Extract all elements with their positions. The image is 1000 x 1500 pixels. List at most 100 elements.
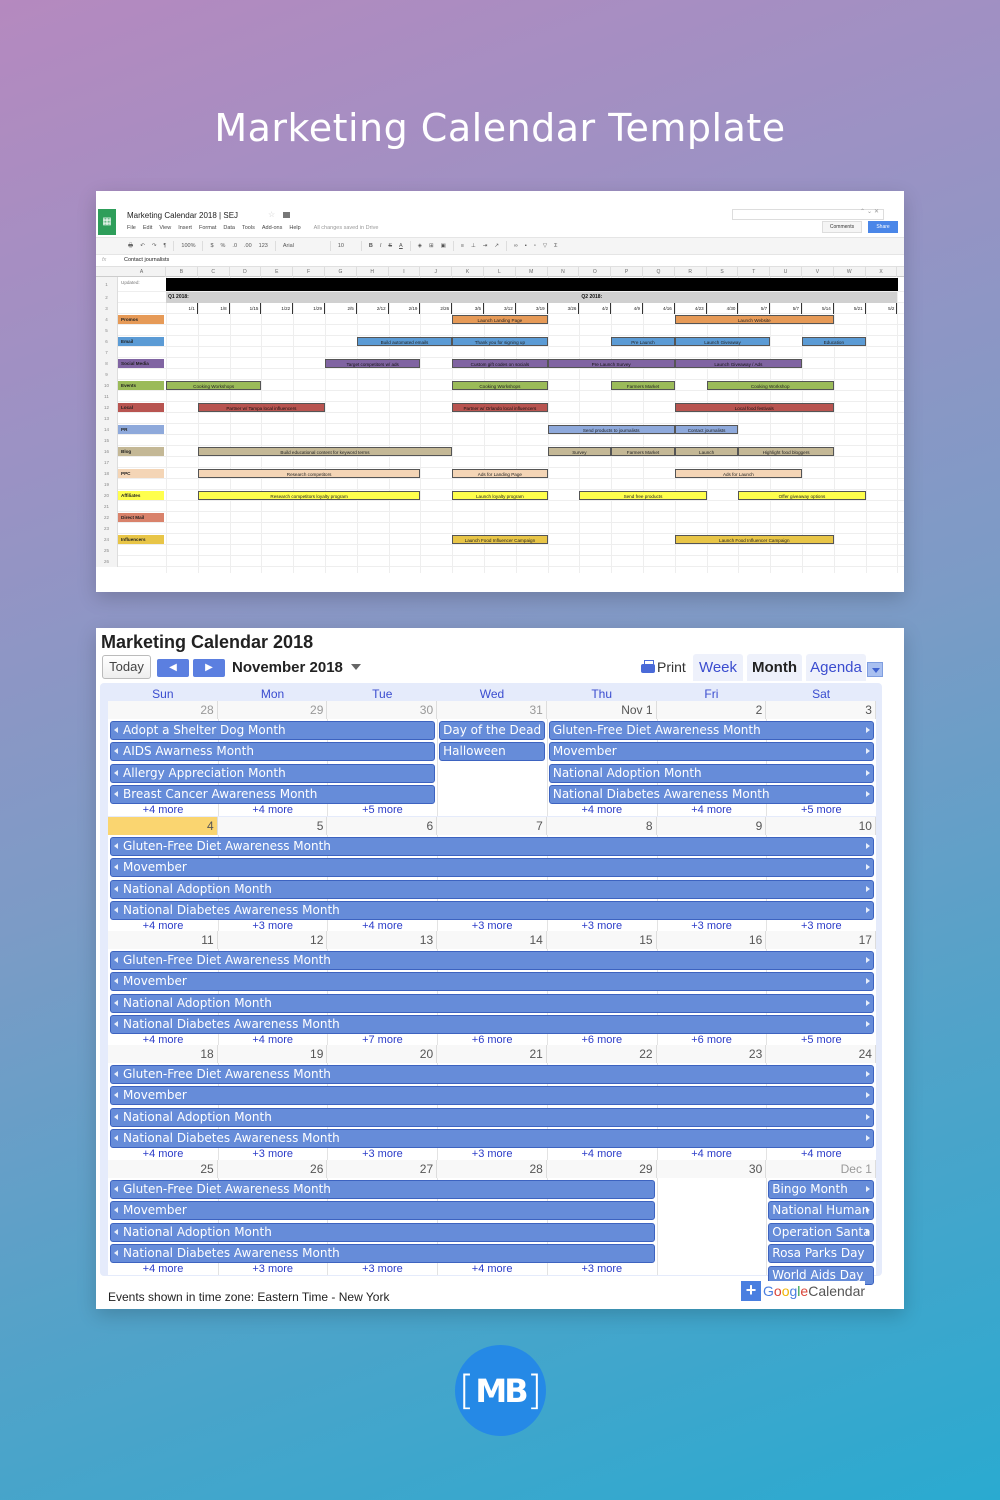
- task-bar[interactable]: Launch: [674, 447, 739, 456]
- column-header[interactable]: X: [866, 267, 898, 277]
- more-events-link[interactable]: +4 more: [437, 1264, 547, 1275]
- channel-label[interactable]: Influencers: [118, 535, 164, 544]
- row-number[interactable]: 13: [96, 413, 118, 424]
- task-bar[interactable]: Farmers Market: [611, 381, 675, 390]
- day-number[interactable]: 26: [217, 1160, 328, 1178]
- task-bar[interactable]: Ads for Launch: [674, 469, 802, 478]
- row-number[interactable]: 11: [96, 391, 118, 402]
- row-number[interactable]: 5: [96, 325, 118, 336]
- calendar-event[interactable]: Movember: [110, 1086, 874, 1106]
- row-number[interactable]: 8: [96, 358, 118, 369]
- task-bar[interactable]: Research competitors loyalty program: [197, 491, 421, 500]
- row-number[interactable]: 14: [96, 424, 118, 435]
- task-bar[interactable]: Pre Launch Survey: [547, 359, 675, 368]
- day-number[interactable]: 19: [217, 1045, 328, 1063]
- font-size-select[interactable]: 10: [338, 243, 354, 249]
- task-bar[interactable]: Send products to journalists: [547, 425, 675, 434]
- column-header[interactable]: M: [516, 267, 548, 277]
- day-number[interactable]: 12: [217, 931, 328, 949]
- more-events-link[interactable]: +5 more: [327, 805, 437, 816]
- text-color-button[interactable]: A: [399, 243, 403, 249]
- task-bar[interactable]: Send free products: [579, 491, 707, 500]
- day-number[interactable]: 9: [656, 817, 767, 835]
- calendar-event[interactable]: National Diabetes Awareness Month: [110, 1129, 874, 1149]
- calendar-event[interactable]: Movember: [110, 972, 874, 992]
- task-bar[interactable]: Launch Website: [674, 315, 834, 324]
- calendar-event[interactable]: National Diabetes Awareness Month: [110, 1015, 874, 1035]
- channel-label[interactable]: Blog: [118, 447, 164, 456]
- today-button[interactable]: Today: [102, 655, 151, 679]
- day-number[interactable]: 21: [437, 1045, 547, 1063]
- row-number[interactable]: 22: [96, 512, 118, 523]
- more-events-link[interactable]: +4 more: [657, 1149, 767, 1160]
- fill-color-icon[interactable]: ◈: [418, 243, 422, 249]
- channel-label[interactable]: Direct Mail: [118, 513, 164, 522]
- row-number[interactable]: 15: [96, 435, 118, 446]
- calendar-event[interactable]: National Human: [768, 1201, 874, 1221]
- next-month-button[interactable]: ▶: [193, 659, 225, 677]
- row-number[interactable]: 6: [96, 336, 118, 347]
- align-horizontal-icon[interactable]: ≡: [461, 243, 464, 249]
- column-header[interactable]: V: [802, 267, 834, 277]
- day-number[interactable]: 28: [437, 1160, 547, 1178]
- task-bar[interactable]: Build automated emails: [356, 337, 453, 346]
- column-header[interactable]: D: [230, 267, 262, 277]
- channel-label[interactable]: Local: [118, 403, 164, 412]
- task-bar[interactable]: Cooking Workshops: [452, 381, 548, 390]
- task-bar[interactable]: Offer giveaway options: [738, 491, 866, 500]
- comments-button[interactable]: Comments: [822, 221, 862, 233]
- task-bar[interactable]: Build educational content for keyword te…: [197, 447, 453, 456]
- day-number[interactable]: 30: [656, 1160, 767, 1178]
- more-events-link[interactable]: +3 more: [218, 1149, 328, 1160]
- calendar-event[interactable]: National Adoption Month: [110, 993, 874, 1013]
- channel-label[interactable]: PPC: [118, 469, 164, 478]
- filter-icon[interactable]: ▽: [543, 243, 547, 249]
- more-events-link[interactable]: +3 more: [547, 1264, 657, 1275]
- row-number[interactable]: 16: [96, 446, 118, 457]
- calendar-event[interactable]: National Adoption Month: [110, 1107, 874, 1127]
- day-number[interactable]: 8: [546, 817, 657, 835]
- task-bar[interactable]: Cooking Workshop: [706, 381, 834, 390]
- italic-button[interactable]: I: [380, 243, 382, 249]
- calendar-event[interactable]: Allergy Appreciation Month: [110, 763, 436, 783]
- align-vertical-icon[interactable]: ⊥: [471, 243, 476, 249]
- calendar-event[interactable]: Gluten-Free Diet Awareness Month: [110, 951, 874, 970]
- currency-button[interactable]: $: [210, 243, 213, 249]
- column-header[interactable]: E: [261, 267, 294, 277]
- task-bar[interactable]: Ads for Landing Page: [452, 469, 548, 478]
- task-bar[interactable]: Highlight food bloggers: [738, 447, 834, 456]
- caret-down-icon[interactable]: [351, 664, 361, 670]
- row-number[interactable]: 4: [96, 314, 118, 325]
- number-format-select[interactable]: 123: [259, 243, 268, 249]
- column-header[interactable]: B: [166, 267, 198, 277]
- menu-item-format[interactable]: Format: [199, 225, 216, 231]
- day-number[interactable]: 17: [766, 931, 876, 949]
- zoom-select[interactable]: 100%: [181, 243, 195, 249]
- calendar-event[interactable]: Movember: [548, 742, 874, 762]
- task-bar[interactable]: Partner w/ Tampa local influencers: [197, 403, 325, 412]
- functions-icon[interactable]: Σ: [554, 243, 557, 249]
- more-events-link[interactable]: +4 more: [108, 1149, 218, 1160]
- more-events-link[interactable]: +4 more: [108, 805, 218, 816]
- day-number[interactable]: 4: [108, 817, 218, 835]
- link-icon[interactable]: ∞: [514, 243, 518, 249]
- calendar-event[interactable]: Movember: [110, 1201, 655, 1221]
- day-number[interactable]: 23: [656, 1045, 767, 1063]
- column-header[interactable]: C: [198, 267, 230, 277]
- menu-item-help[interactable]: Help: [289, 225, 300, 231]
- column-header[interactable]: W: [834, 267, 866, 277]
- menu-item-insert[interactable]: Insert: [178, 225, 192, 231]
- current-month-label[interactable]: November 2018: [232, 659, 343, 676]
- bold-button[interactable]: B: [369, 243, 373, 249]
- task-bar[interactable]: Survey: [547, 447, 612, 456]
- day-number[interactable]: 14: [437, 931, 547, 949]
- find-navigation[interactable]: ⌃⌄✕: [860, 208, 881, 215]
- column-header[interactable]: U: [770, 267, 802, 277]
- calendar-event[interactable]: Gluten-Free Diet Awareness Month: [548, 721, 874, 740]
- calendar-event[interactable]: National Diabetes Awareness Month: [110, 1244, 655, 1264]
- print-button[interactable]: Print: [641, 659, 686, 675]
- calendar-event[interactable]: AIDS Awarness Month: [110, 742, 436, 762]
- decrease-decimal-button[interactable]: .0: [232, 243, 237, 249]
- column-header[interactable]: R: [675, 267, 707, 277]
- task-bar[interactable]: Custom gift codes on socials: [452, 359, 548, 368]
